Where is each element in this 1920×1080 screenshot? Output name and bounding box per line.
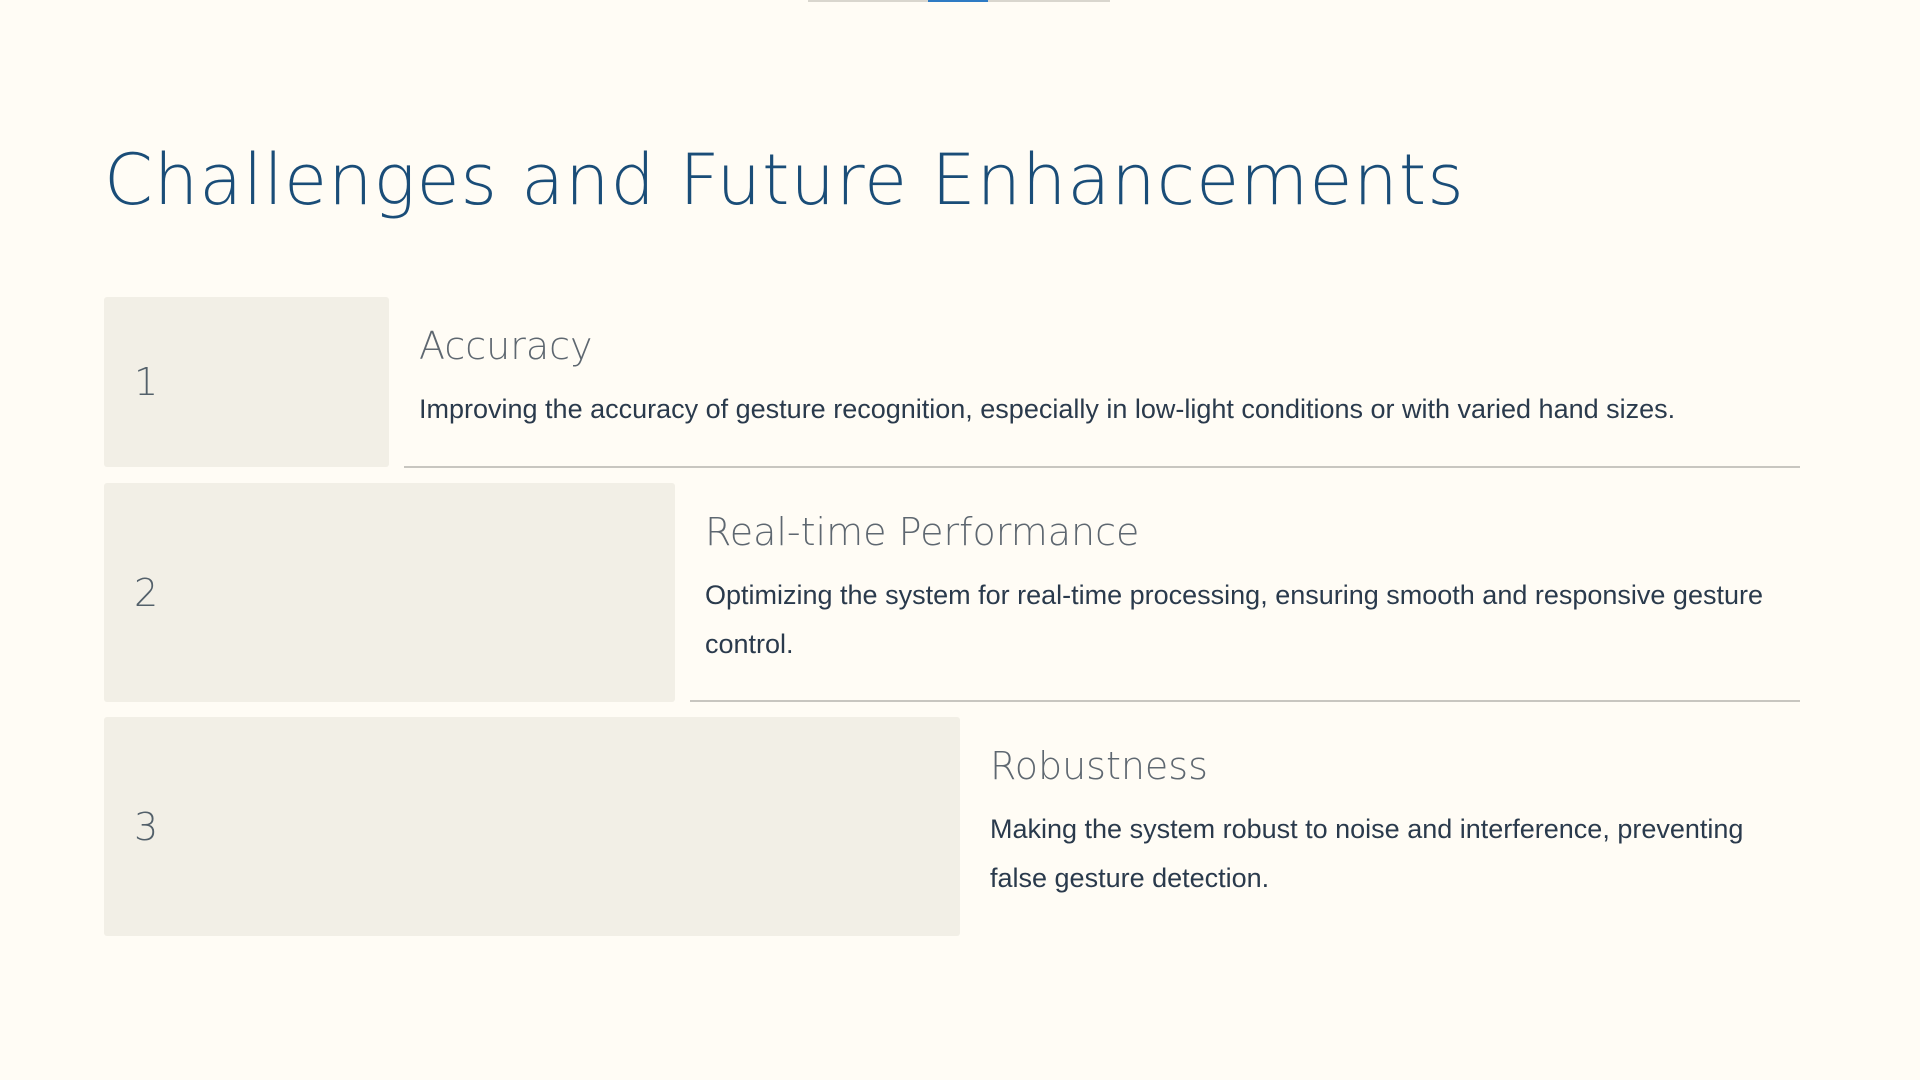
step-number-2: 2 (134, 570, 159, 615)
step-description-2: Optimizing the system for real-time proc… (705, 580, 1763, 660)
slide-progress-bar (808, 0, 1110, 2)
step-heading-3: Robustness (990, 744, 1208, 788)
step-divider-2 (690, 700, 1800, 702)
step-heading-2: Real-time Performance (705, 510, 1140, 554)
step-description-3: Making the system robust to noise and in… (990, 814, 1744, 894)
slide-progress-fill (928, 0, 988, 2)
step-number-1: 1 (134, 360, 159, 404)
step-content-3: Robustness Making the system robust to n… (990, 742, 1800, 903)
step-number-3: 3 (134, 804, 159, 849)
step-heading-1: Accuracy (419, 324, 593, 368)
step-number-box-3: 3 (104, 717, 960, 936)
step-divider-1 (404, 466, 1800, 468)
step-content-2: Real-time Performance Optimizing the sys… (705, 508, 1800, 669)
step-description-1: Improving the accuracy of gesture recogn… (419, 394, 1676, 425)
step-number-box-2: 2 (104, 483, 675, 702)
step-content-1: Accuracy Improving the accuracy of gestu… (419, 322, 1799, 434)
page-title: Challenges and Future Enhancements (104, 139, 1465, 221)
step-number-box-1: 1 (104, 297, 389, 467)
